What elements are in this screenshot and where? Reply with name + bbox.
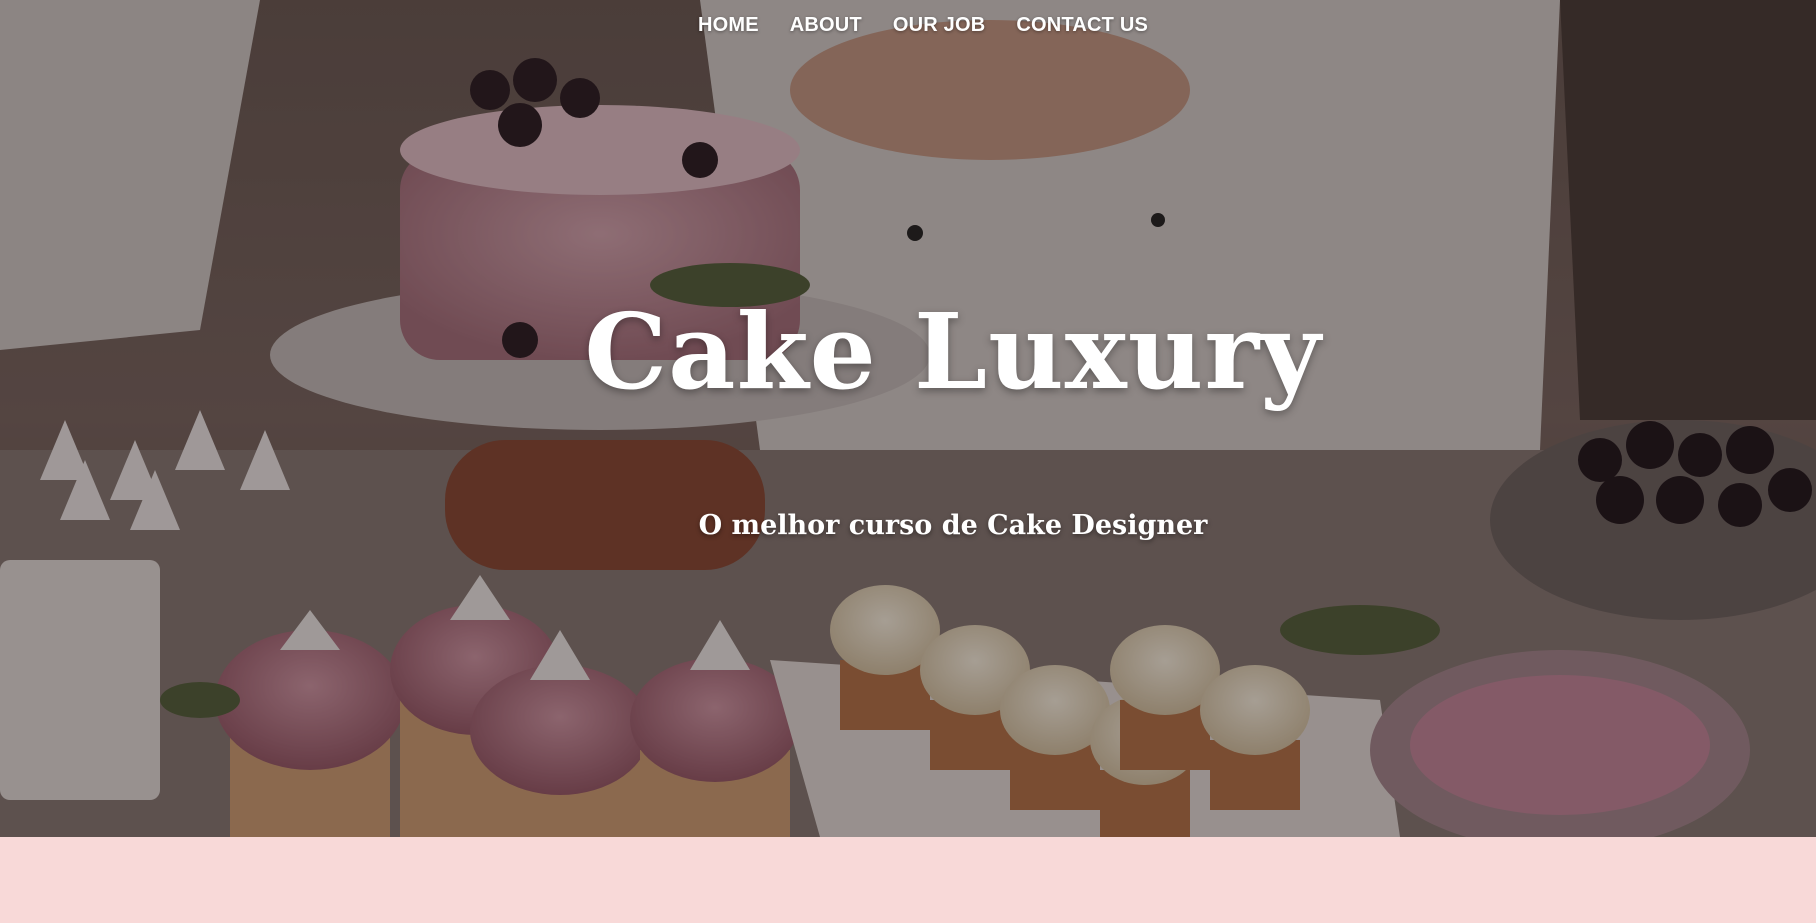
nav-contact-us-link[interactable]: CONTACT US (1016, 14, 1148, 37)
main-nav: HOME ABOUT OUR JOB CONTACT US (0, 14, 1816, 37)
content-section (0, 837, 1816, 923)
nav-home-link[interactable]: HOME (698, 14, 759, 37)
hero-section: HOME ABOUT OUR JOB CONTACT US Cake Luxur… (0, 0, 1816, 837)
hero-subtitle: O melhor curso de Cake Designer (698, 510, 1208, 541)
hero-overlay (0, 0, 1816, 837)
hero-title: Cake Luxury (584, 290, 1322, 413)
nav-about-link[interactable]: ABOUT (790, 14, 862, 37)
nav-our-job-link[interactable]: OUR JOB (893, 14, 986, 37)
